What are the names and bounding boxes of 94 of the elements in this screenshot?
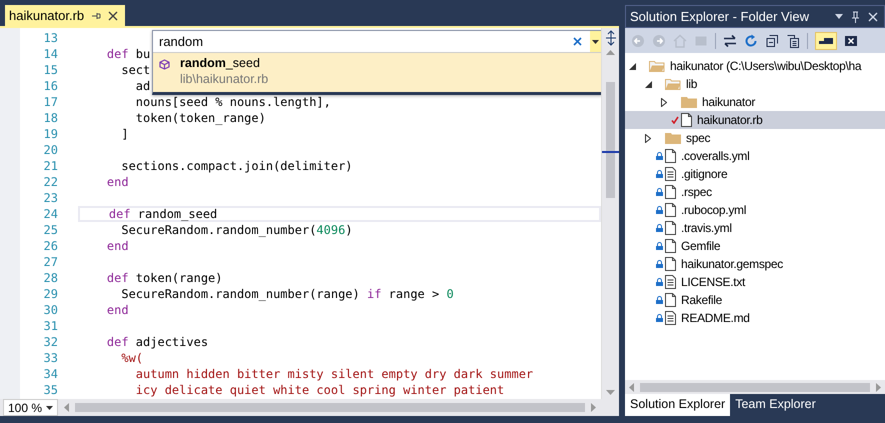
tree-item[interactable]: .gitignore — [625, 165, 885, 183]
code-line: autumn hidden bitter misty silent empty dry dark summer — [134, 367, 534, 381]
collapsed-icon[interactable] — [661, 98, 667, 106]
line-number: 26 — [42, 239, 58, 253]
clear-icon[interactable] — [573, 37, 582, 46]
code-line: SecureRandom.random_number(range) if range > 0 — [120, 287, 454, 301]
line-number: 21 — [42, 159, 58, 173]
caret-icon — [592, 40, 599, 44]
line-number: 25 — [42, 223, 58, 237]
code-line: def token(range) — [106, 271, 222, 285]
line-number: 31 — [42, 319, 58, 333]
line-number: 28 — [42, 271, 58, 285]
refresh-icon[interactable] — [744, 34, 758, 48]
expanded-icon[interactable] — [628, 62, 636, 70]
line-number: 24 — [42, 207, 58, 221]
tree-item[interactable]: lib — [625, 75, 885, 93]
tree-item[interactable]: haikunator (C:\Users\wibu\Desktop\ha — [625, 57, 885, 75]
search-result[interactable]: random_seed lib\haikunator.rb — [153, 53, 601, 92]
code-line: end — [106, 239, 129, 253]
tree-item[interactable]: Rakefile — [625, 291, 885, 309]
line-number: 32 — [42, 335, 58, 349]
code-line: SecureRandom.random_number(4096) — [120, 223, 353, 237]
lock-icon — [656, 206, 662, 214]
line-number: 29 — [42, 287, 58, 301]
check-icon — [671, 116, 679, 124]
tree-item[interactable]: LICENSE.txt — [625, 273, 885, 291]
line-number: 22 — [42, 175, 58, 189]
split-icon[interactable] — [604, 30, 616, 46]
lock-icon — [656, 188, 662, 196]
tree-item[interactable]: .rubocop.yml — [625, 201, 885, 219]
copy-icon[interactable] — [786, 34, 800, 48]
preview-toggle[interactable] — [815, 32, 837, 50]
code-line: token(token_range) — [134, 111, 266, 125]
line-number: 13 — [42, 31, 58, 45]
line-number: 27 — [42, 255, 58, 269]
code-line: sect — [120, 63, 150, 77]
expanded-icon[interactable] — [644, 80, 652, 88]
code-line: %w( — [120, 351, 144, 365]
zoom-dropdown[interactable]: 100 % — [3, 399, 58, 416]
line-number: 18 — [42, 111, 58, 125]
tree-item[interactable]: haikunator.gemspec — [625, 255, 885, 273]
line-number: 20 — [42, 143, 58, 157]
line-number: 30 — [42, 303, 58, 317]
tree-item[interactable]: .travis.yml — [625, 219, 885, 237]
preview-icon — [818, 36, 834, 44]
scroll-thumb[interactable] — [606, 82, 615, 198]
lock-icon — [656, 152, 662, 160]
method-icon — [159, 59, 170, 70]
panel-title: Solution Explorer - Folder View — [630, 9, 810, 24]
code-line: def random_seed — [108, 207, 218, 221]
panel-tab[interactable]: Solution Explorer — [625, 394, 730, 416]
tree-item[interactable]: spec — [625, 129, 885, 147]
lock-icon — [656, 170, 662, 178]
code-line: def bu — [106, 47, 150, 61]
line-number: 33 — [42, 351, 58, 365]
lock-icon — [656, 296, 662, 304]
tree-item[interactable]: .coveralls.yml — [625, 147, 885, 165]
line-number: 19 — [42, 127, 58, 141]
dropdown-icon[interactable] — [835, 14, 843, 19]
line-number: 23 — [42, 191, 58, 205]
tree-item[interactable]: haikunator — [625, 93, 885, 111]
tree-item[interactable]: Gemfile — [625, 237, 885, 255]
tree-item[interactable]: README.md — [625, 309, 885, 327]
tree-item[interactable]: .rspec — [625, 183, 885, 201]
lock-icon — [656, 224, 662, 232]
collapsed-icon[interactable] — [645, 134, 651, 142]
line-number: 15 — [42, 63, 58, 77]
code-line: nouns[seed % nouns.length], — [134, 95, 331, 109]
sync-icon[interactable] — [723, 34, 737, 48]
code-line: end — [106, 175, 129, 189]
code-line: ad — [134, 79, 150, 93]
close-icon[interactable] — [844, 34, 858, 48]
code-line: icy delicate quiet white cool spring winter patient — [134, 383, 504, 397]
lock-icon — [656, 260, 662, 268]
code-line: def adjectives — [106, 335, 208, 349]
lock-icon — [656, 242, 662, 250]
line-number: 17 — [42, 95, 58, 109]
lock-icon — [656, 278, 662, 286]
pin-icon[interactable] — [91, 10, 102, 20]
line-number: 16 — [42, 79, 58, 93]
code-line: end — [106, 303, 129, 317]
dropdown-button[interactable] — [590, 31, 601, 52]
code-line: sections.compact.join(delimiter) — [120, 159, 353, 173]
line-number: 14 — [42, 47, 58, 61]
lock-icon — [656, 314, 662, 322]
tree-item[interactable]: haikunator.rb — [625, 111, 885, 129]
document-tab[interactable]: haikunator.rb — [5, 5, 126, 26]
close-icon[interactable] — [108, 10, 118, 20]
caret-icon — [46, 406, 53, 410]
line-number: 34 — [42, 367, 58, 381]
code-line: ] — [120, 127, 129, 141]
collapse-icon[interactable] — [765, 34, 779, 48]
panel-tab[interactable]: Team Explorer — [730, 394, 821, 416]
line-number: 35 — [42, 383, 58, 397]
